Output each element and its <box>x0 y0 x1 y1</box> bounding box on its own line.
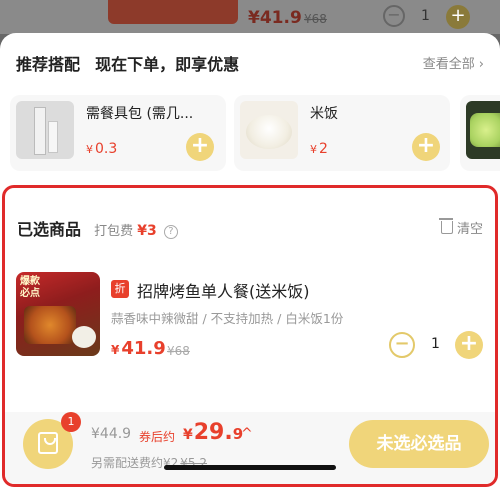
background-plus-button: + <box>446 5 470 29</box>
recommend-card-vegetable[interactable] <box>460 95 500 171</box>
background-item-image <box>108 0 238 24</box>
selected-items-panel: 已选商品 打包费 ¥3 ? 清空 爆款 必点 折 招牌烤鱼单人餐(送米饭) 蒜香… <box>2 185 498 487</box>
item-old-price: ¥68 <box>167 344 190 358</box>
info-icon[interactable]: ? <box>163 225 178 239</box>
packing-fee: 打包费 ¥3 ? <box>94 223 178 239</box>
recommend-card-utensils[interactable]: 需餐具包 (需几... ¥0.3 + <box>10 95 226 171</box>
selected-header: 已选商品 打包费 ¥3 ? 清空 <box>17 216 483 240</box>
utensil-pack-image <box>16 101 74 159</box>
decrease-quantity-button[interactable]: − <box>389 332 415 358</box>
final-total: ¥29.9 <box>183 420 244 445</box>
after-coupon-label: 券后约 <box>139 430 176 444</box>
recommend-item-price: ¥2 <box>310 141 328 157</box>
add-utensils-button[interactable]: + <box>186 133 214 161</box>
recommend-item-name: 需餐具包 (需几... <box>86 106 194 122</box>
selected-title: 已选商品 <box>17 220 82 239</box>
item-description: 蒜香味中辣微甜 / 不支持加热 / 白米饭1份 <box>111 311 344 326</box>
expand-details-icon[interactable]: ^ <box>241 426 253 442</box>
background-item-price: ¥41.9 <box>248 8 302 28</box>
recommend-title: 推荐搭配 <box>16 55 81 74</box>
rice-bowl-shape <box>72 326 96 348</box>
fish-dish-shape <box>24 306 76 344</box>
recommend-list[interactable]: 需餐具包 (需几... ¥0.3 + 米饭 ¥2 + <box>0 95 500 173</box>
submit-order-button[interactable]: 未选必选品 <box>349 420 489 468</box>
clear-button[interactable]: 清空 <box>438 218 483 237</box>
recommend-card-rice[interactable]: 米饭 ¥2 + <box>234 95 450 171</box>
original-total: ¥44.9 <box>91 426 132 442</box>
chevron-right-icon: › <box>478 57 484 72</box>
increase-quantity-button[interactable]: + <box>455 331 483 359</box>
shopping-bag-icon <box>38 432 58 454</box>
background-minus-button: − <box>383 5 405 27</box>
background-quantity: 1 <box>421 8 430 24</box>
recommend-subtitle: 现在下单，即享优惠 <box>95 55 240 74</box>
home-indicator <box>164 465 336 470</box>
recommend-item-name: 米饭 <box>310 106 338 122</box>
background-menu-row: ¥41.9 ¥68 − 1 + <box>0 0 500 34</box>
rice-bowl-image <box>240 101 298 159</box>
cart-count-badge: 1 <box>61 412 81 432</box>
view-all-link[interactable]: 查看全部 › <box>423 53 484 72</box>
view-all-label: 查看全部 <box>422 57 475 72</box>
grilled-fish-image[interactable]: 爆款 必点 <box>16 272 100 356</box>
promo-tag: 爆款 必点 <box>20 276 40 299</box>
discount-badge: 折 <box>111 280 129 298</box>
vegetable-dish-image <box>466 101 500 159</box>
trash-icon <box>438 218 453 234</box>
cart-sheet: 推荐搭配 现在下单，即享优惠 查看全部 › 需餐具包 (需几... ¥0.3 + … <box>0 33 500 487</box>
background-item-old-price: ¥68 <box>304 12 327 26</box>
item-name: 招牌烤鱼单人餐(送米饭) <box>137 282 310 301</box>
packing-fee-amount: ¥3 <box>137 223 157 239</box>
recommend-header: 推荐搭配 现在下单，即享优惠 查看全部 › <box>16 51 484 74</box>
checkout-bar: 1 ¥44.9 券后约 ¥29.9 ^ 另需配送费约¥2 ¥5.2 未选必选品 <box>5 412 495 484</box>
recommend-item-price: ¥0.3 <box>86 141 118 157</box>
item-price: ¥41.9 <box>111 338 166 359</box>
add-rice-button[interactable]: + <box>412 133 440 161</box>
item-quantity: 1 <box>431 336 440 352</box>
